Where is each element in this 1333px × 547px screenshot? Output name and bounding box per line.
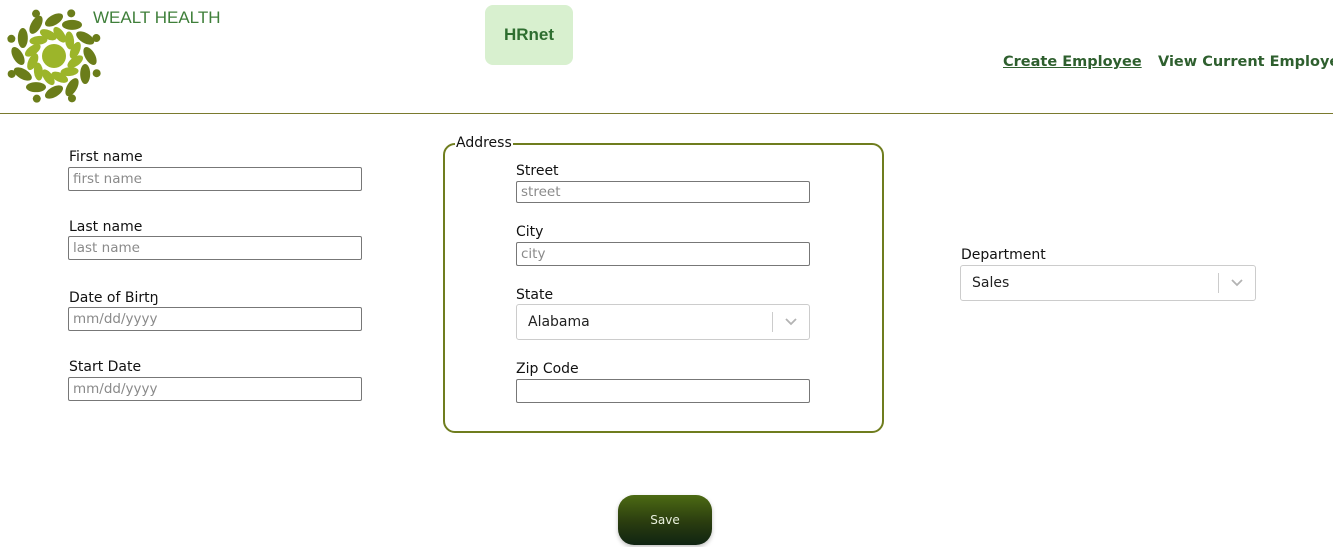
logo-leaf <box>11 46 25 66</box>
logo-leaf <box>32 9 41 18</box>
logo-leaf <box>44 85 64 99</box>
start-date-label: Start Date <box>69 359 142 375</box>
first-name-label: First name <box>69 149 143 165</box>
date-of-birth-input[interactable] <box>68 307 362 331</box>
brand-name: WEALT HEALTH <box>93 8 221 27</box>
logo-leaf <box>44 13 64 27</box>
zip-code-input[interactable] <box>516 379 810 403</box>
chevron-down-icon[interactable] <box>773 317 809 327</box>
logo-leaf <box>32 94 41 103</box>
first-name-input[interactable] <box>68 167 362 191</box>
state-label: State <box>516 287 554 303</box>
state-select[interactable]: Alabama <box>516 304 810 340</box>
department-label: Department <box>961 247 1046 263</box>
department-selected-value: Sales <box>972 275 1010 291</box>
logo-leaf <box>42 44 66 68</box>
logo-leaf <box>7 34 16 43</box>
logo-leaf <box>67 94 76 103</box>
zip-code-label: Zip Code <box>516 361 579 377</box>
logo-leaf <box>92 69 101 78</box>
logo-leaf <box>83 46 97 66</box>
logo-leaf <box>26 82 46 93</box>
address-legend: Address <box>455 135 513 151</box>
logo-leaf <box>62 19 82 30</box>
chevron-down-icon[interactable] <box>1219 278 1255 288</box>
logo-leaf <box>17 28 28 48</box>
logo-leaf <box>67 9 76 18</box>
last-name-input[interactable] <box>68 236 362 260</box>
street-input[interactable] <box>516 181 810 203</box>
logo-icon <box>7 9 101 103</box>
nav-create-employee[interactable]: Create Employee <box>1003 54 1142 70</box>
nav-view-employees[interactable]: View Current Employees <box>1158 54 1333 70</box>
logo-leaf <box>92 34 101 43</box>
city-input[interactable] <box>516 242 810 266</box>
date-of-birth-label: Date of Birtŋ <box>69 290 159 306</box>
start-date-input[interactable] <box>68 377 362 401</box>
app-title-badge: HRnet <box>485 5 573 65</box>
department-select[interactable]: Sales <box>960 265 1256 301</box>
save-button[interactable]: Save <box>618 495 712 545</box>
street-label: Street <box>516 163 559 179</box>
city-label: City <box>516 224 544 240</box>
logo-leaf <box>7 69 16 78</box>
state-selected-value: Alabama <box>528 314 590 330</box>
last-name-label: Last name <box>69 219 143 235</box>
logo-leaf <box>80 64 91 84</box>
header: WEALT HEALTH HRnet Create Employee View … <box>0 0 1333 114</box>
